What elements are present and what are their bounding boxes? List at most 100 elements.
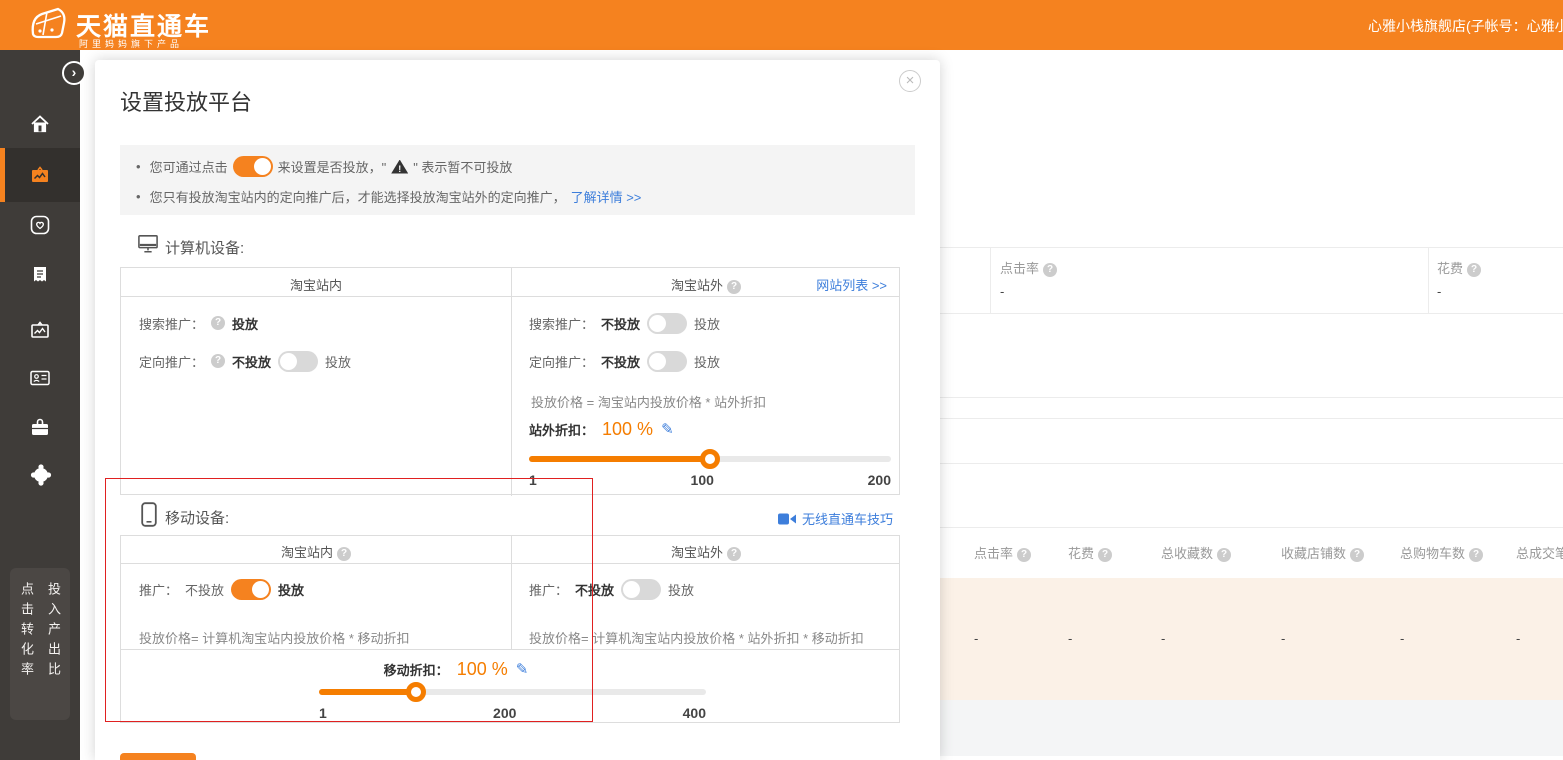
stat-label-cost: 花费? bbox=[1437, 258, 1481, 277]
save-button[interactable] bbox=[120, 753, 196, 760]
metric-roi: 投入产出比 bbox=[44, 582, 63, 720]
help-icon[interactable]: ? bbox=[211, 354, 225, 368]
report-list-icon bbox=[28, 263, 52, 287]
row-off-state: 不投放 bbox=[185, 580, 224, 599]
notice-text: 您可通过点击 bbox=[150, 157, 228, 176]
sidebar-nav: 点击转化率 投入产出比 bbox=[0, 50, 80, 760]
bg-divider bbox=[940, 527, 1563, 528]
col-header-orders: 总成交笔 bbox=[1516, 543, 1563, 562]
notice-text: " 表示暂不可投放 bbox=[413, 157, 512, 176]
top-header-bar: 天猫直通车 阿里妈妈旗下产品 心雅小栈旗舰店(子帐号：心雅小栈 bbox=[0, 0, 1563, 50]
sidebar-item-reports[interactable] bbox=[28, 263, 52, 287]
sidebar-metrics-panel[interactable]: 点击转化率 投入产出比 bbox=[10, 568, 70, 720]
discount-value: 100 % bbox=[602, 419, 653, 440]
site-list-link[interactable]: 网站列表 >> bbox=[816, 275, 887, 294]
help-icon[interactable]: ? bbox=[1098, 548, 1112, 562]
sidebar-item-tools[interactable] bbox=[28, 415, 52, 439]
account-card-icon bbox=[28, 366, 52, 390]
col-header-carts: 总购物车数? bbox=[1400, 543, 1483, 562]
slider-handle[interactable] bbox=[700, 449, 720, 469]
mobile-section-heading: 移动设备: bbox=[165, 507, 229, 528]
sidebar-collapse-toggle[interactable]: › bbox=[62, 61, 86, 85]
close-icon[interactable]: × bbox=[899, 70, 921, 92]
row-state: 投放 bbox=[232, 314, 258, 333]
sidebar-item-home[interactable] bbox=[28, 112, 52, 136]
toggle-knob bbox=[254, 158, 271, 175]
bg-divider bbox=[940, 247, 1563, 248]
highlighted-table-row[interactable] bbox=[940, 578, 1563, 700]
offsite-discount-line: 站外折扣： 100 % ✎ bbox=[529, 416, 674, 442]
mobile-offsite-toggle[interactable] bbox=[621, 579, 661, 600]
warning-mark: ! bbox=[398, 164, 401, 174]
cell-value: - bbox=[1161, 631, 1165, 646]
column-divider bbox=[511, 268, 512, 496]
mobile-onsite-toggle[interactable] bbox=[231, 579, 271, 600]
cell-value: - bbox=[1516, 631, 1520, 646]
offsite-target-row: 定向推广： 不投放 投放 bbox=[529, 350, 720, 372]
toggle-knob bbox=[623, 581, 640, 598]
train-logo-icon bbox=[28, 6, 68, 44]
row-alt-state: 投放 bbox=[694, 352, 720, 371]
toggle-knob bbox=[649, 353, 666, 370]
mobile-discount-slider[interactable] bbox=[319, 682, 706, 702]
onsite-target-toggle[interactable] bbox=[278, 351, 318, 372]
slider-min-label: 1 bbox=[319, 705, 327, 721]
row-alt-state: 投放 bbox=[668, 580, 694, 599]
help-icon[interactable]: ? bbox=[1350, 548, 1364, 562]
onsite-target-row: 定向推广：? 不投放 投放 bbox=[139, 350, 351, 372]
help-icon[interactable]: ? bbox=[1467, 263, 1481, 277]
discount-label: 移动折扣： bbox=[384, 660, 449, 679]
tools-briefcase-icon bbox=[28, 415, 52, 439]
discount-label: 站外折扣： bbox=[529, 420, 594, 439]
bg-divider bbox=[940, 418, 1563, 419]
mobile-discount-line: 移动折扣： 100 % ✎ bbox=[269, 656, 643, 682]
help-icon[interactable]: ? bbox=[727, 547, 741, 561]
stat-value-cost: - bbox=[1437, 284, 1441, 299]
wireless-tips-link[interactable]: 无线直通车技巧 bbox=[778, 509, 893, 528]
toggle-knob bbox=[252, 581, 269, 598]
help-icon[interactable]: ? bbox=[1217, 548, 1231, 562]
sidebar-item-profile[interactable] bbox=[28, 462, 52, 486]
help-icon[interactable]: ? bbox=[1469, 548, 1483, 562]
help-icon[interactable]: ? bbox=[727, 280, 741, 294]
notice-line-1: 您可通过点击 来设置是否投放，" ! " 表示暂不可投放 bbox=[136, 156, 512, 177]
help-icon[interactable]: ? bbox=[337, 547, 351, 561]
offsite-discount-slider[interactable] bbox=[529, 449, 891, 469]
bg-divider bbox=[940, 313, 1563, 314]
row-state: 不投放 bbox=[601, 314, 640, 333]
mobile-platform-table: 淘宝站内? 淘宝站外? 推广： 不投放 投放 投放价格= 计算机淘宝站内投放价格… bbox=[120, 535, 900, 723]
phone-icon bbox=[141, 502, 157, 527]
help-icon[interactable]: ? bbox=[1017, 548, 1031, 562]
slider-max-label: 200 bbox=[868, 472, 891, 488]
help-icon[interactable]: ? bbox=[1043, 263, 1057, 277]
home-icon bbox=[28, 112, 52, 136]
slider-max-label: 400 bbox=[683, 705, 706, 721]
account-name[interactable]: 心雅小栈旗舰店(子帐号：心雅小栈 bbox=[1368, 16, 1563, 36]
offsite-search-toggle[interactable] bbox=[647, 313, 687, 334]
row-label: 推广： bbox=[529, 580, 568, 599]
sidebar-item-account-card[interactable] bbox=[28, 366, 52, 390]
metric-click-conversion: 点击转化率 bbox=[17, 582, 36, 720]
example-toggle[interactable] bbox=[233, 156, 273, 177]
offsite-target-toggle[interactable] bbox=[647, 351, 687, 372]
edit-pencil-icon[interactable]: ✎ bbox=[661, 420, 674, 438]
slider-mid-label: 100 bbox=[691, 472, 714, 488]
edit-pencil-icon[interactable]: ✎ bbox=[516, 660, 529, 678]
mobile-slider-labels: 1 200 400 bbox=[319, 705, 706, 721]
slider-handle[interactable] bbox=[406, 682, 426, 702]
empty-table-row bbox=[940, 700, 1563, 756]
mobile-offsite-formula: 投放价格= 计算机淘宝站内投放价格 * 站外折扣 * 移动折扣 bbox=[529, 628, 864, 647]
col-header-cost: 花费? bbox=[1068, 543, 1112, 562]
sidebar-item-favorites[interactable] bbox=[28, 213, 52, 237]
row-alt-state: 投放 bbox=[325, 352, 351, 371]
sidebar-item-creatives[interactable] bbox=[28, 318, 52, 342]
learn-more-link[interactable]: 了解详情 >> bbox=[571, 187, 642, 206]
sidebar-item-campaign-active[interactable] bbox=[0, 148, 80, 202]
app-root: 点击率? - 花费? - 点击率? 花费? 总收藏数? 收藏店铺数? 总购物车数… bbox=[0, 0, 1563, 760]
help-icon[interactable]: ? bbox=[211, 316, 225, 330]
creative-frame-icon bbox=[28, 318, 52, 342]
offsite-search-row: 搜索推广： 不投放 投放 bbox=[529, 312, 720, 334]
monitor-icon bbox=[137, 234, 159, 254]
col-header-shopfavs: 收藏店铺数? bbox=[1281, 543, 1364, 562]
bg-divider bbox=[1428, 248, 1429, 313]
